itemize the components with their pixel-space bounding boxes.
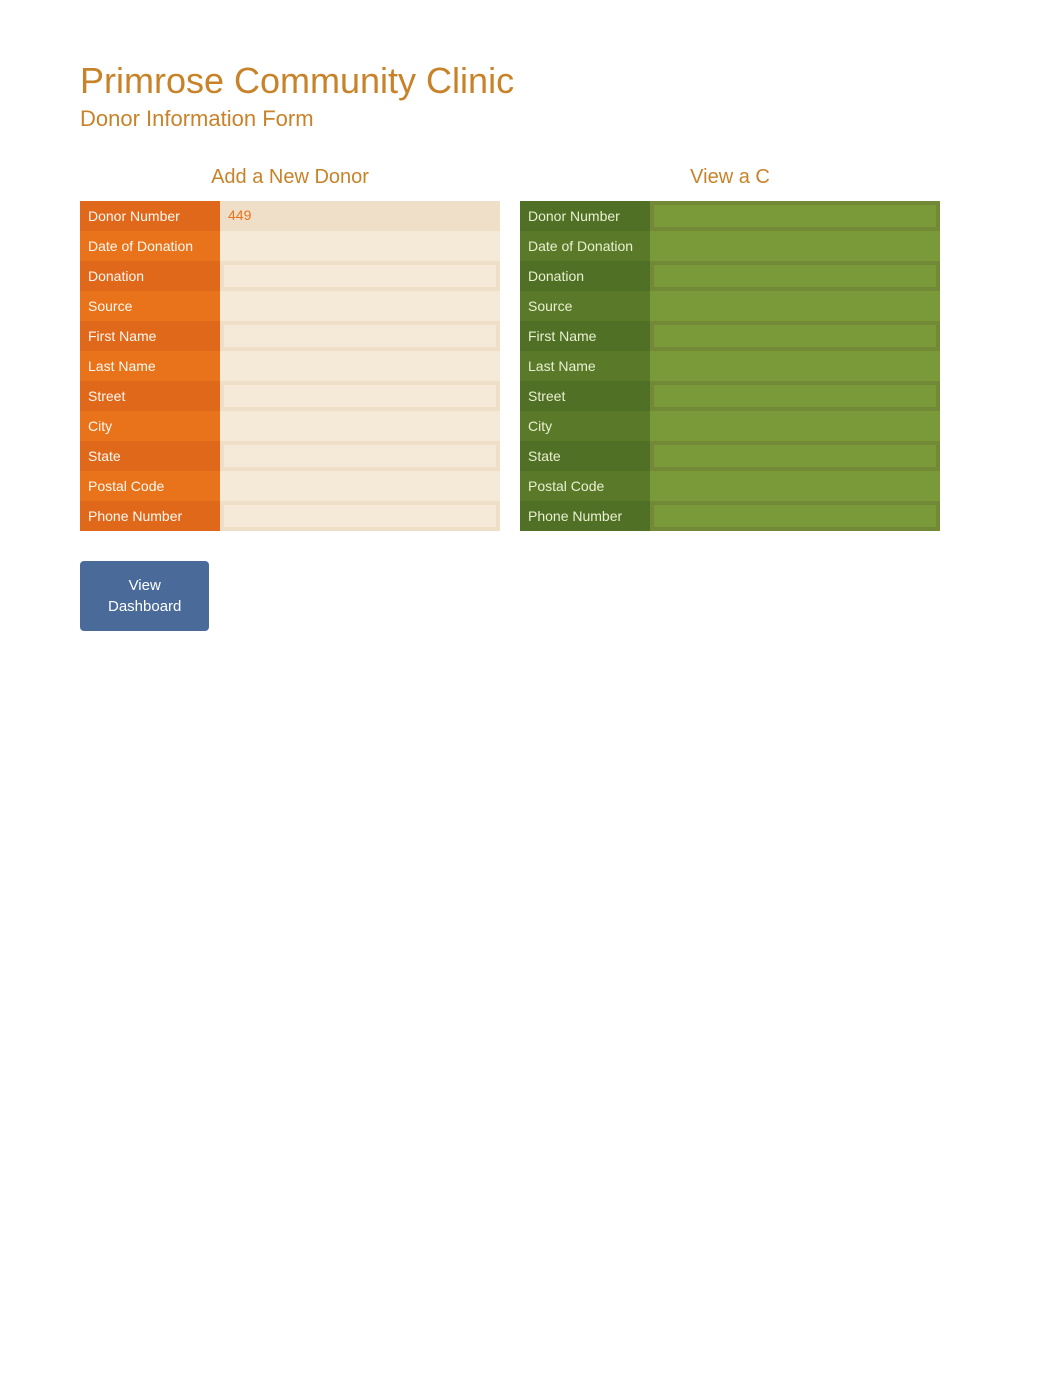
add-row: Last Name xyxy=(80,351,500,381)
view-label-donor-number: Donor Number xyxy=(520,201,650,231)
add-input-donation[interactable] xyxy=(224,265,496,287)
dashboard-button[interactable]: ViewDashboard xyxy=(80,561,209,631)
add-input-last-name[interactable] xyxy=(224,355,496,377)
view-row: Date of Donation xyxy=(520,231,940,261)
view-row: State xyxy=(520,441,940,471)
add-label-phone-number: Phone Number xyxy=(80,501,220,531)
donor-number-value: 449 xyxy=(224,207,251,223)
add-donor-table: Donor Number449Date of DonationDonationS… xyxy=(80,201,500,531)
add-input-postal-code[interactable] xyxy=(224,475,496,497)
view-input-first-name[interactable] xyxy=(654,325,936,347)
view-input-state[interactable] xyxy=(654,445,936,467)
view-label-postal-code: Postal Code xyxy=(520,471,650,501)
page-container: Primrose Community Clinic Donor Informat… xyxy=(0,0,1062,691)
add-row: Donor Number449 xyxy=(80,201,500,231)
add-input-state[interactable] xyxy=(224,445,496,467)
add-label-donation: Donation xyxy=(80,261,220,291)
view-input-postal-code[interactable] xyxy=(654,475,936,497)
add-label-state: State xyxy=(80,441,220,471)
add-input-city[interactable] xyxy=(224,415,496,437)
add-row: Date of Donation xyxy=(80,231,500,261)
view-row: First Name xyxy=(520,321,940,351)
add-row: City xyxy=(80,411,500,441)
view-row: Postal Code xyxy=(520,471,940,501)
view-label-last-name: Last Name xyxy=(520,351,650,381)
add-input-date-of-donation[interactable] xyxy=(224,235,496,257)
add-label-city: City xyxy=(80,411,220,441)
forms-row: Add a New Donor Donor Number449Date of D… xyxy=(80,162,982,531)
view-row: Last Name xyxy=(520,351,940,381)
view-input-donation[interactable] xyxy=(654,265,936,287)
view-donor-panel: View a C Donor NumberDate of DonationDon… xyxy=(520,162,940,531)
button-row: ViewDashboard xyxy=(80,561,982,631)
view-input-donor-number[interactable] xyxy=(654,205,936,227)
add-input-street[interactable] xyxy=(224,385,496,407)
add-input-first-name[interactable] xyxy=(224,325,496,347)
view-panel-header: View a C xyxy=(520,162,940,193)
clinic-title: Primrose Community Clinic xyxy=(80,60,982,102)
view-label-phone-number: Phone Number xyxy=(520,501,650,531)
add-row: Donation xyxy=(80,261,500,291)
add-label-street: Street xyxy=(80,381,220,411)
view-input-date-of-donation[interactable] xyxy=(654,235,936,257)
add-row: Source xyxy=(80,291,500,321)
view-row: Donation xyxy=(520,261,940,291)
form-subtitle: Donor Information Form xyxy=(80,106,982,132)
view-label-source: Source xyxy=(520,291,650,321)
add-label-date-of-donation: Date of Donation xyxy=(80,231,220,261)
view-label-first-name: First Name xyxy=(520,321,650,351)
view-row: Source xyxy=(520,291,940,321)
view-label-street: Street xyxy=(520,381,650,411)
view-label-donation: Donation xyxy=(520,261,650,291)
view-row: Donor Number xyxy=(520,201,940,231)
add-label-donor-number: Donor Number xyxy=(80,201,220,231)
view-label-city: City xyxy=(520,411,650,441)
view-donor-table: Donor NumberDate of DonationDonationSour… xyxy=(520,201,940,531)
view-input-city[interactable] xyxy=(654,415,936,437)
add-panel-header: Add a New Donor xyxy=(80,162,500,193)
add-label-first-name: First Name xyxy=(80,321,220,351)
add-input-source[interactable] xyxy=(224,295,496,317)
view-row: City xyxy=(520,411,940,441)
view-input-street[interactable] xyxy=(654,385,936,407)
view-input-last-name[interactable] xyxy=(654,355,936,377)
add-label-postal-code: Postal Code xyxy=(80,471,220,501)
view-label-state: State xyxy=(520,441,650,471)
add-input-phone-number[interactable] xyxy=(224,505,496,527)
add-row: Postal Code xyxy=(80,471,500,501)
add-row: State xyxy=(80,441,500,471)
view-row: Street xyxy=(520,381,940,411)
add-label-source: Source xyxy=(80,291,220,321)
add-donor-panel: Add a New Donor Donor Number449Date of D… xyxy=(80,162,500,531)
view-label-date-of-donation: Date of Donation xyxy=(520,231,650,261)
view-row: Phone Number xyxy=(520,501,940,531)
add-label-last-name: Last Name xyxy=(80,351,220,381)
view-input-source[interactable] xyxy=(654,295,936,317)
add-row: First Name xyxy=(80,321,500,351)
view-input-phone-number[interactable] xyxy=(654,505,936,527)
add-row: Street xyxy=(80,381,500,411)
add-row: Phone Number xyxy=(80,501,500,531)
